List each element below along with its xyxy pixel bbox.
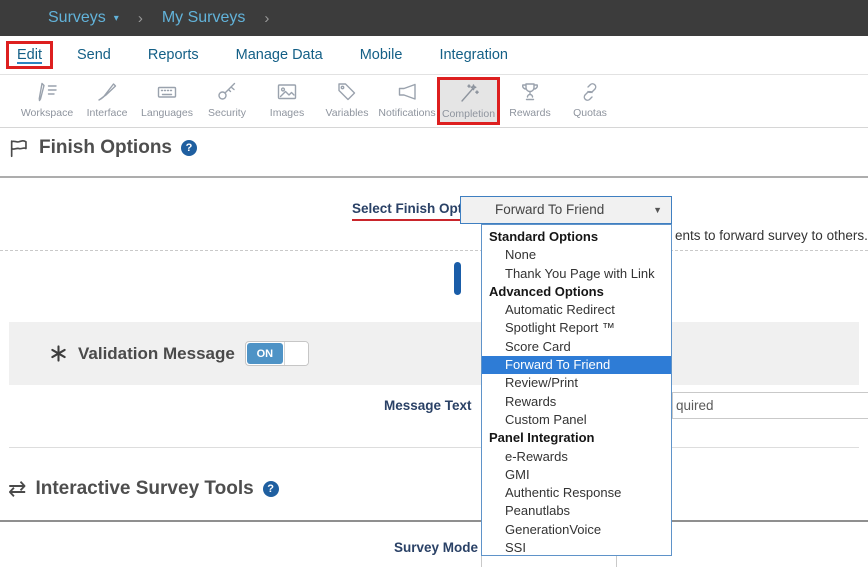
validation-title: Validation Message (78, 344, 235, 364)
breadcrumb-my-surveys[interactable]: My Surveys (162, 9, 246, 27)
finish-options-header: Finish Options ? (8, 137, 197, 159)
toolbar-item-label: Rewards (500, 107, 560, 119)
option-group-panel-integration: Panel Integration (482, 429, 671, 447)
interactive-tools-title: Interactive Survey Tools (35, 478, 253, 500)
toolbar-item-label: Notifications (377, 107, 437, 119)
toolbar-item-completion[interactable]: Completion (437, 77, 500, 125)
divider (0, 176, 868, 178)
option-spotlight-report[interactable]: Spotlight Report ™ (482, 319, 671, 337)
option-e-rewards[interactable]: e-Rewards (482, 448, 671, 466)
breadcrumb-surveys[interactable]: Surveys (48, 9, 106, 27)
icon-toolbar: WorkspaceInterfaceLanguagesSecurityImage… (0, 76, 868, 128)
toolbar-item-label: Security (197, 107, 257, 119)
menu-item-manage-data[interactable]: Manage Data (236, 47, 323, 63)
breadcrumb-separator-icon: › (138, 10, 143, 27)
toggle-knob[interactable] (284, 342, 308, 365)
help-icon[interactable]: ? (181, 140, 197, 156)
toolbar-item-rewards[interactable]: Rewards (500, 77, 560, 125)
swap-arrows-icon: ⇄ (8, 478, 26, 500)
toolbar-item-label: Workspace (17, 107, 77, 119)
variables-icon (317, 80, 377, 106)
toolbar-item-label: Completion (440, 108, 497, 120)
finish-options-title: Finish Options (39, 137, 172, 159)
quotas-icon (560, 80, 620, 106)
toolbar-item-interface[interactable]: Interface (77, 77, 137, 125)
completion-icon (440, 81, 497, 107)
finish-option-select[interactable]: Forward To Friend ▼ (460, 196, 672, 224)
toolbar-item-workspace[interactable]: Workspace (17, 77, 77, 125)
toolbar-item-quotas[interactable]: Quotas (560, 77, 620, 125)
option-generationvoice[interactable]: GenerationVoice (482, 521, 671, 539)
interface-icon (77, 80, 137, 106)
languages-icon (137, 80, 197, 106)
dashed-divider (0, 250, 868, 251)
option-thank-you-page-with-link[interactable]: Thank You Page with Link (482, 265, 671, 283)
option-score-card[interactable]: Score Card (482, 338, 671, 356)
finish-flag-icon (8, 137, 30, 159)
breadcrumb-separator-icon: › (264, 10, 269, 27)
menu-item-integration[interactable]: Integration (439, 47, 508, 63)
menu-item-mobile[interactable]: Mobile (360, 47, 403, 63)
option-group-standard-options: Standard Options (482, 228, 671, 246)
toolbar-item-label: Images (257, 107, 317, 119)
validation-section-bottom-border (9, 447, 859, 448)
toolbar-item-label: Variables (317, 107, 377, 119)
toolbar-item-images[interactable]: Images (257, 77, 317, 125)
hidden-save-button-edge[interactable] (454, 262, 461, 295)
survey-mode-label: Survey Mode (394, 540, 478, 555)
red-annotation-underline (352, 219, 472, 221)
toolbar-item-variables[interactable]: Variables (317, 77, 377, 125)
option-gmi[interactable]: GMI (482, 466, 671, 484)
chevron-down-icon[interactable]: ▾ (114, 13, 119, 24)
forward-survey-note: ents to forward survey to others. ? (675, 227, 868, 243)
notifications-icon (377, 80, 437, 106)
menu-bar: Edit Send Reports Manage Data Mobile Integrat… (0, 36, 868, 75)
security-icon (197, 80, 257, 106)
interactive-tools-header: ⇄ Interactive Survey Tools ? (8, 478, 279, 500)
toolbar-item-security[interactable]: Security (197, 77, 257, 125)
rewards-icon (500, 80, 560, 106)
toolbar-item-label: Quotas (560, 107, 620, 119)
option-custom-panel[interactable]: Custom Panel (482, 411, 671, 429)
option-group-advanced-options: Advanced Options (482, 283, 671, 301)
toolbar-item-notifications[interactable]: Notifications (377, 77, 437, 125)
option-review-print[interactable]: Review/Print (482, 374, 671, 392)
workspace-icon (17, 80, 77, 106)
option-forward-to-friend[interactable]: Forward To Friend (482, 356, 671, 374)
toolbar-item-languages[interactable]: Languages (137, 77, 197, 125)
message-text-input[interactable]: quired (672, 392, 868, 419)
option-rewards[interactable]: Rewards (482, 393, 671, 411)
option-peanutlabs[interactable]: Peanutlabs (482, 502, 671, 520)
menu-item-send[interactable]: Send (77, 47, 111, 63)
option-ssi[interactable]: SSI (482, 539, 671, 556)
toggle-on-label: ON (247, 343, 283, 364)
menu-item-edit[interactable]: Edit (6, 41, 53, 69)
images-icon (257, 80, 317, 106)
validation-header: Validation Message ON (49, 341, 309, 366)
page: Surveys ▾ › My Surveys › Edit Send Reports… (0, 0, 868, 567)
message-text-label: Message Text (384, 398, 472, 413)
select-caret-icon: ▼ (653, 205, 662, 215)
finish-option-list: Standard OptionsNoneThank You Page with … (481, 224, 672, 556)
asterisk-icon (49, 344, 68, 363)
option-authentic-response[interactable]: Authentic Response (482, 484, 671, 502)
menu-item-reports[interactable]: Reports (148, 47, 199, 63)
toolbar-item-label: Interface (77, 107, 137, 119)
divider (0, 520, 868, 522)
validation-toggle[interactable]: ON (245, 341, 309, 366)
option-none[interactable]: None (482, 246, 671, 264)
help-icon[interactable]: ? (263, 481, 279, 497)
top-navbar: Surveys ▾ › My Surveys › (0, 0, 868, 36)
forward-survey-note-text: ents to forward survey to others. (675, 228, 868, 243)
finish-option-select-value: Forward To Friend (495, 197, 604, 223)
option-automatic-redirect[interactable]: Automatic Redirect (482, 301, 671, 319)
toolbar-item-label: Languages (137, 107, 197, 119)
